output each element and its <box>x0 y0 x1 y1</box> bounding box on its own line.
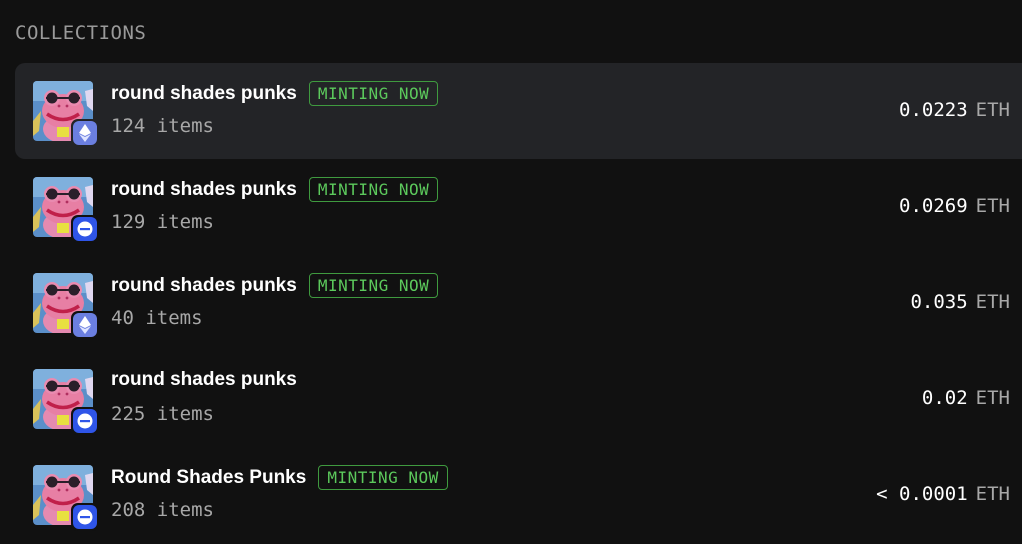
collection-row[interactable]: round shades punks MINTING NOW 129 items… <box>15 159 1022 255</box>
collection-row[interactable]: round shades punks MINTING NOW 40 items … <box>15 255 1022 351</box>
floor-price: < 0.0001 ETH <box>876 483 1010 505</box>
collection-row[interactable]: Round Shades Punks MINTING NOW 208 items… <box>15 447 1022 543</box>
base-icon <box>73 409 97 433</box>
collection-name: Round Shades Punks <box>111 466 307 488</box>
minting-now-badge: MINTING NOW <box>308 177 439 202</box>
collection-thumbnail <box>33 369 99 435</box>
collection-thumbnail <box>33 177 99 243</box>
price-unit: ETH <box>975 99 1010 121</box>
collection-thumbnail <box>33 273 99 339</box>
price-unit: ETH <box>975 291 1010 313</box>
collection-row[interactable]: round shades punks 225 items 0.02 ETH <box>15 351 1022 447</box>
minting-now-badge: MINTING NOW <box>318 465 448 490</box>
collection-thumbnail <box>33 465 99 531</box>
floor-price: 0.035 ETH <box>910 291 1010 313</box>
price-amount: 0.0269 <box>899 195 968 217</box>
floor-price: 0.0223 ETH <box>899 99 1010 121</box>
ethereum-icon <box>73 313 97 337</box>
minting-now-badge: MINTING NOW <box>308 273 439 298</box>
ethereum-icon <box>73 121 97 145</box>
collection-name: round shades punks <box>111 178 297 200</box>
price-amount: 0.0223 <box>899 99 968 121</box>
base-icon <box>73 217 97 241</box>
chain-badge <box>71 215 99 243</box>
chain-badge <box>71 311 99 339</box>
price-unit: ETH <box>975 483 1010 505</box>
item-count: 124 items <box>111 115 214 137</box>
minting-now-badge: MINTING NOW <box>308 81 439 106</box>
chain-badge <box>71 407 99 435</box>
collection-thumbnail <box>33 81 99 147</box>
item-count: 208 items <box>111 499 214 521</box>
floor-price: 0.0269 ETH <box>899 195 1010 217</box>
collections-list: round shades punks MINTING NOW 124 items… <box>15 63 1022 543</box>
item-count: 129 items <box>111 211 214 233</box>
price-amount: 0.035 <box>910 291 968 313</box>
collection-name: round shades punks <box>111 369 297 390</box>
collection-name: round shades punks <box>111 82 297 104</box>
price-unit: ETH <box>975 387 1010 409</box>
collection-row[interactable]: round shades punks MINTING NOW 124 items… <box>15 63 1022 159</box>
collection-name: round shades punks <box>111 274 297 296</box>
item-count: 40 items <box>111 307 203 329</box>
floor-price: 0.02 ETH <box>922 387 1010 409</box>
chain-badge <box>71 119 99 147</box>
price-unit: ETH <box>975 195 1010 217</box>
chain-badge <box>71 503 99 531</box>
section-title: COLLECTIONS <box>15 22 147 44</box>
price-amount: 0.02 <box>921 387 968 409</box>
base-icon <box>73 505 97 529</box>
item-count: 225 items <box>111 403 214 425</box>
price-amount: < 0.0001 <box>876 483 968 505</box>
